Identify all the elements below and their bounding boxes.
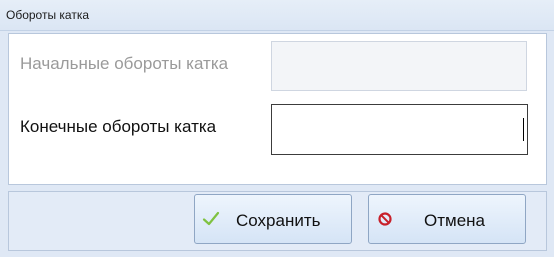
cancel-button-label: Отмена — [424, 211, 485, 230]
title-bar: Обороты катка — [0, 0, 554, 31]
text-caret — [523, 118, 524, 141]
cancel-button[interactable]: Отмена — [368, 194, 526, 244]
end-speed-field[interactable] — [271, 104, 528, 155]
start-speed-field — [271, 41, 527, 91]
end-speed-label: Конечные обороты катка — [20, 117, 217, 136]
window-title: Обороты катка — [6, 8, 90, 22]
check-icon — [202, 211, 220, 226]
start-speed-label: Начальные обороты катка — [20, 54, 229, 73]
save-button-label: Сохранить — [236, 211, 321, 230]
save-button[interactable]: Сохранить — [194, 194, 352, 244]
cancel-icon — [378, 212, 392, 226]
